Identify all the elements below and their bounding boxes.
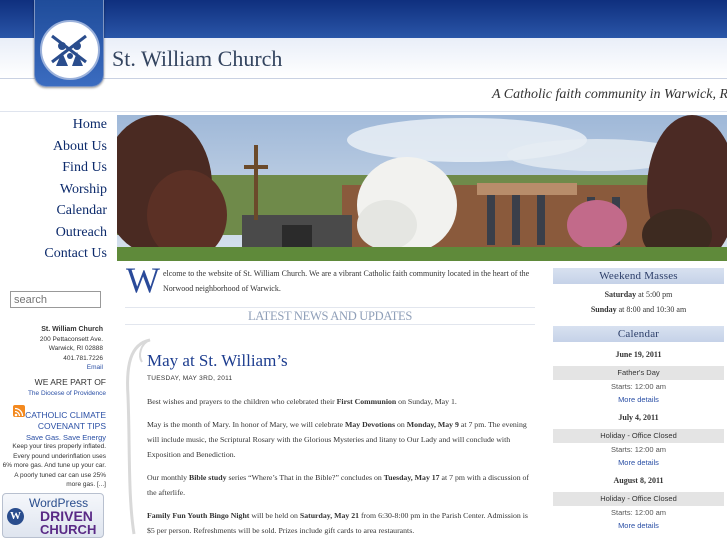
part-of-block: WE ARE PART OF The Diocese of Providence [28,377,106,397]
calendar-heading: Calendar [553,326,724,342]
wordpress-driven-church-badge[interactable]: W WordPress DRIVEN CHURCH [2,493,104,538]
divider [0,78,727,79]
email-link[interactable]: Email [87,364,103,371]
title-bar [0,38,727,78]
right-sidebar: Weekend Masses Saturday at 5:00 pm Sunda… [553,268,724,532]
nav-home[interactable]: Home [44,114,107,136]
calendar-event[interactable]: Holiday - Office Closed [553,492,724,506]
calendar-date: August 8, 2011 [613,476,664,485]
nav-calendar[interactable]: Calendar [44,200,107,222]
calendar-date: June 19, 2011 [615,350,662,359]
calendar-event[interactable]: Holiday - Office Closed [553,429,724,443]
nav-about-us[interactable]: About Us [44,136,107,158]
header-band [0,0,727,38]
welcome-body: elcome to the website of St. William Chu… [162,269,530,293]
nav-outreach[interactable]: Outreach [44,222,107,244]
post-paragraph: May is the month of Mary. In honor of Ma… [147,420,527,459]
post-paragraph: Best wishes and prayers to the children … [147,397,457,406]
family-cross-icon [40,20,100,80]
contact-name: St. William Church [41,326,103,333]
tagline: A Catholic faith community in Warwick, R… [492,87,727,102]
mass-time: Sunday at 8:00 and 10:30 am [590,305,687,314]
climate-heading[interactable]: CATHOLIC CLIMATE COVENANT TIPS [2,410,106,431]
calendar-date: July 4, 2011 [618,413,659,422]
weekend-masses-heading: Weekend Masses [553,268,724,284]
more-details-link[interactable]: More details [553,519,724,532]
more-details-link[interactable]: More details [553,456,724,469]
church-photo [117,115,727,261]
site-title[interactable]: St. William Church [112,46,282,72]
post-paragraph: Our monthly Bible study series “Where’s … [147,473,530,497]
contact-address-1: 200 Pettaconsett Ave. [39,335,103,343]
contact-block: St. William Church 200 Pettaconsett Ave.… [40,325,103,373]
post-title[interactable]: May at St. William’s [147,351,288,371]
post-body: Best wishes and prayers to the children … [147,394,535,546]
news-heading: LATEST NEWS AND UPDATES [125,307,535,325]
nav-worship[interactable]: Worship [44,179,107,201]
post-paragraph: Family Fun Youth Bingo Night will be hel… [147,511,528,535]
main-nav: Home About Us Find Us Worship Calendar O… [44,114,107,265]
wordpress-icon: W [7,508,24,525]
calendar-starts: Starts: 12:00 am [610,445,667,454]
diocese-link[interactable]: The Diocese of Providence [28,390,106,397]
part-of-heading: WE ARE PART OF [34,377,106,387]
welcome-text: Welcome to the website of St. William Ch… [126,260,536,300]
calendar-event[interactable]: Father's Day [553,366,724,380]
contact-address-2: Warwick, RI 02888 [48,345,103,352]
climate-body: Keep your tires properly inflated. Every… [2,443,106,488]
drop-cap: W [126,260,160,300]
nav-find-us[interactable]: Find Us [44,157,107,179]
climate-tips: CATHOLIC CLIMATE COVENANT TIPS Save Gas.… [2,410,106,490]
divider [0,111,727,112]
search-input[interactable] [10,291,101,308]
badge-line-3: CHURCH [40,522,97,537]
more-details-link[interactable]: More details [553,393,724,406]
climate-subheading[interactable]: Save Gas. Save Energy [2,433,106,442]
nav-contact-us[interactable]: Contact Us [44,243,107,265]
contact-phone: 401.781.7226 [63,354,103,362]
post-date: TUESDAY, MAY 3RD, 2011 [147,375,233,382]
calendar-starts: Starts: 12:00 am [610,508,667,517]
calendar-starts: Starts: 12:00 am [610,382,667,391]
mass-time: Saturday at 5:00 pm [604,290,673,299]
church-logo[interactable] [34,0,104,87]
